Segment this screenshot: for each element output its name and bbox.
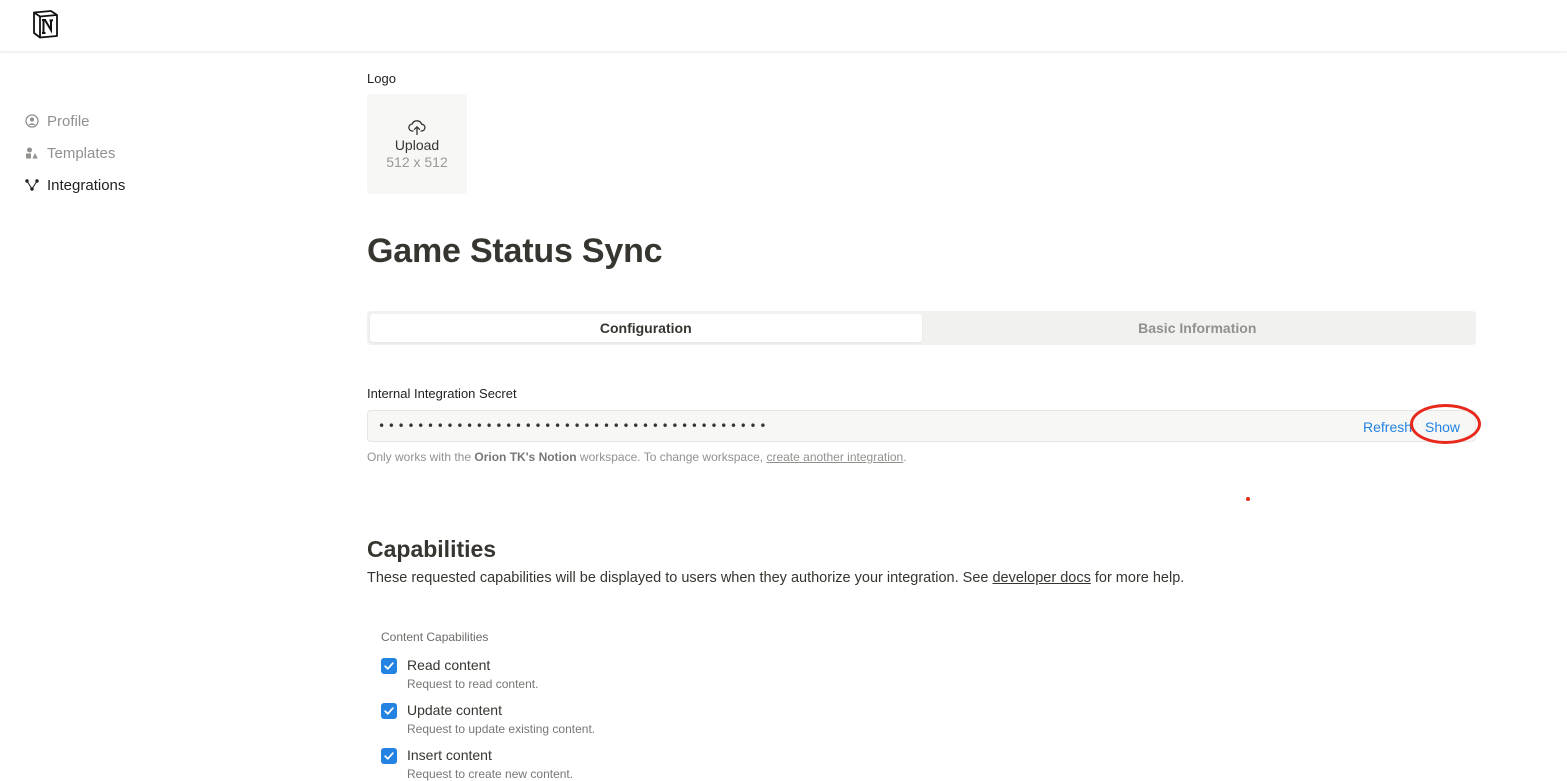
page-title: Game Status Sync — [367, 232, 663, 270]
insert-content-checkbox[interactable] — [381, 748, 397, 764]
cap-desc-prefix: These requested capabilities will be dis… — [367, 570, 993, 586]
show-secret-button[interactable]: Show — [1425, 419, 1460, 435]
note-prefix: Only works with the — [367, 450, 475, 464]
capability-name: Read content — [407, 657, 491, 673]
profile-icon — [24, 113, 40, 129]
logo-label: Logo — [367, 71, 396, 86]
create-integration-link[interactable]: create another integration — [766, 450, 903, 464]
upload-cloud-icon — [408, 119, 426, 135]
update-content-checkbox[interactable] — [381, 703, 397, 719]
tab-bar: Configuration Basic Information — [367, 311, 1476, 345]
capability-name: Insert content — [407, 747, 492, 763]
capabilities-description: These requested capabilities will be dis… — [367, 570, 1184, 586]
secret-field: ••••••••••••••••••••••••••••••••••••••••… — [367, 410, 1476, 442]
checkmark-icon — [384, 662, 394, 670]
cursor-dot — [1246, 497, 1250, 501]
templates-icon — [24, 145, 40, 161]
cap-desc-suffix: for more help. — [1090, 570, 1185, 586]
tab-basic-information[interactable]: Basic Information — [922, 314, 1474, 342]
capability-name: Update content — [407, 702, 502, 718]
checkmark-icon — [384, 752, 394, 760]
secret-note: Only works with the Orion TK's Notion wo… — [367, 450, 907, 464]
upload-size-hint: 512 x 512 — [386, 153, 448, 170]
upload-label: Upload — [394, 136, 440, 153]
developer-docs-link[interactable]: developer docs — [992, 570, 1090, 586]
top-bar — [0, 0, 1567, 52]
secret-label: Internal Integration Secret — [367, 386, 517, 401]
capability-insert-content: Insert content Request to create new con… — [381, 746, 573, 781]
refresh-secret-button[interactable]: Refresh — [1363, 419, 1412, 435]
note-middle: workspace. To change workspace, — [576, 450, 767, 464]
sidebar-item-integrations[interactable]: Integrations — [24, 169, 244, 201]
note-suffix: . — [903, 450, 907, 464]
capability-desc: Request to create new content. — [407, 767, 574, 781]
read-content-checkbox[interactable] — [381, 658, 397, 674]
capability-desc: Request to update existing content. — [407, 722, 596, 736]
sidebar-item-profile[interactable]: Profile — [24, 105, 244, 137]
sidebar-item-label: Integrations — [47, 176, 126, 194]
checkmark-icon — [384, 707, 394, 715]
notion-logo-icon[interactable] — [31, 9, 61, 39]
capabilities-title: Capabilities — [367, 536, 497, 562]
tab-configuration[interactable]: Configuration — [370, 314, 922, 342]
sidebar-item-templates[interactable]: Templates — [24, 137, 244, 169]
note-workspace: Orion TK's Notion — [474, 450, 577, 464]
content-capabilities-label: Content Capabilities — [381, 630, 489, 644]
sidebar-item-label: Profile — [47, 112, 90, 130]
secret-masked-value: •••••••••••••••••••••••••••••••••••••••• — [378, 419, 769, 433]
capability-desc: Request to read content. — [407, 677, 539, 691]
integrations-icon — [24, 177, 40, 193]
sidebar: Profile Templates Integrations — [24, 105, 244, 201]
sidebar-item-label: Templates — [47, 144, 116, 162]
logo-upload-button[interactable]: Upload 512 x 512 — [367, 94, 467, 194]
capability-read-content: Read content Request to read content. — [381, 656, 538, 692]
capability-update-content: Update content Request to update existin… — [381, 701, 595, 737]
